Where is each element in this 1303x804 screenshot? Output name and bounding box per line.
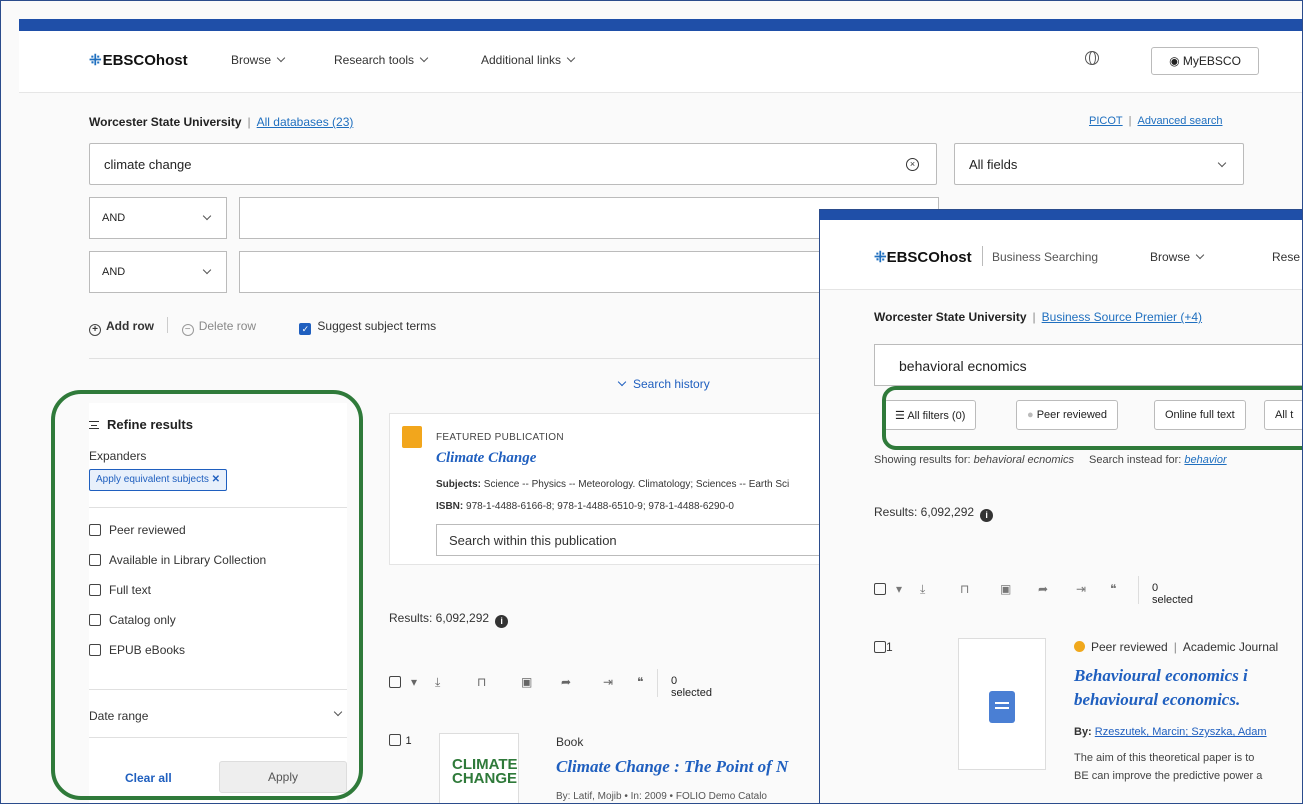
- share-icon[interactable]: ➦: [561, 675, 571, 689]
- result-abstract-line2: BE can improve the predictive power a: [1074, 770, 1263, 782]
- header: ⁜EBSCOhost Browse Research tools Additio…: [19, 31, 1302, 93]
- results-count: Results: 6,092,292 i: [389, 611, 509, 628]
- chevron-down-icon: [1195, 250, 1205, 260]
- result-item-checkbox[interactable]: 1: [389, 731, 412, 749]
- author-link[interactable]: Rzeszutek, Marcin; Szyszka, Adam: [1095, 726, 1267, 738]
- search-within-publication-input[interactable]: Search within this publication: [436, 524, 850, 556]
- ebscohost-logo[interactable]: ⁜EBSCOhost: [89, 51, 188, 69]
- suggest-subject-terms-checkbox[interactable]: ✓ Suggest subject terms: [299, 319, 436, 335]
- result-item-checkbox[interactable]: 1: [874, 640, 893, 654]
- ebscohost-logo[interactable]: ⁜EBSCOhost: [874, 248, 972, 266]
- caret-down-icon[interactable]: ▾: [411, 675, 417, 689]
- featured-subjects: Subjects: Science -- Physics -- Meteorol…: [436, 479, 790, 490]
- chevron-down-icon: [1217, 158, 1227, 168]
- info-icon[interactable]: i: [495, 615, 509, 628]
- refine-highlight-ring: [51, 390, 363, 800]
- folder-icon[interactable]: ▣: [1000, 582, 1011, 596]
- cite-icon[interactable]: ❝: [1110, 582, 1116, 596]
- search-instead-link[interactable]: behavior: [1184, 454, 1226, 466]
- info-icon[interactable]: i: [980, 509, 994, 522]
- overlay-header: ⁜EBSCOhost Business Searching Browse Res…: [820, 220, 1302, 290]
- advanced-search-link[interactable]: Advanced search: [1137, 115, 1222, 127]
- share-icon[interactable]: ➦: [1038, 582, 1048, 596]
- filters-highlight-ring: [882, 386, 1302, 450]
- search-input[interactable]: climate change: [89, 143, 937, 185]
- bookmark-icon[interactable]: ⊓: [960, 582, 969, 596]
- picot-link[interactable]: PICOT: [1089, 115, 1123, 127]
- download-icon[interactable]: ⤓: [920, 582, 925, 597]
- minus-icon: −: [181, 324, 194, 336]
- select-all-checkbox[interactable]: [874, 582, 886, 596]
- selected-count: 0 selected: [671, 675, 712, 699]
- business-search-overlay: ⁜EBSCOhost Business Searching Browse Res…: [819, 209, 1302, 803]
- cite-icon[interactable]: ❝: [637, 675, 643, 689]
- result-type: Book: [556, 735, 584, 749]
- result-title-link[interactable]: Behavioural economics i: [1074, 666, 1248, 686]
- result-meta: Peer reviewed | Academic Journal: [1074, 640, 1278, 654]
- plus-icon: +: [89, 324, 101, 336]
- result-abstract: The aim of this theoretical paper is to: [1074, 752, 1255, 764]
- chevron-down-icon: [617, 377, 627, 387]
- globe-icon[interactable]: [1085, 51, 1099, 65]
- article-thumbnail[interactable]: [958, 638, 1046, 770]
- field-select[interactable]: All fields: [954, 143, 1244, 185]
- all-databases-link[interactable]: All databases (23): [257, 115, 354, 129]
- nav-research-tools[interactable]: Research tools: [334, 53, 429, 67]
- chevron-down-icon: [202, 211, 212, 221]
- folder-icon[interactable]: ▣: [521, 675, 532, 689]
- result-byline: By: Latif, Mojib • In: 2009 • FOLIO Demo…: [556, 791, 767, 802]
- checkbox-checked-icon: ✓: [299, 323, 312, 335]
- divider: [1138, 576, 1139, 604]
- featured-isbn: ISBN: 978-1-4488-6166-8; 978-1-4488-6510…: [436, 501, 734, 512]
- databases-link[interactable]: Business Source Premier (+4): [1042, 310, 1202, 324]
- chevron-down-icon: [419, 53, 429, 63]
- result-byline: By: Rzeszutek, Marcin; Szyszka, Adam: [1074, 726, 1267, 738]
- clear-search-icon[interactable]: ×: [906, 158, 919, 171]
- search-input[interactable]: behavioral ecnomics: [874, 344, 1302, 386]
- search-history-toggle[interactable]: Search history: [617, 377, 710, 391]
- results-count: Results: 6,092,292 i: [874, 505, 994, 522]
- bookmark-icon[interactable]: ⊓: [477, 675, 486, 689]
- book-cover-thumbnail[interactable]: CLIMATE CHANGE: [439, 733, 519, 803]
- screenshot-frame: ⁜EBSCOhost Browse Research tools Additio…: [0, 0, 1303, 804]
- result-title-link-line2[interactable]: behavioural economics.: [1074, 690, 1240, 710]
- publication-icon: [402, 426, 422, 448]
- add-row-button[interactable]: + Add row: [89, 319, 154, 336]
- boolean-operator-select[interactable]: AND: [89, 197, 227, 239]
- institution-line: Worcester State University | Business Sour…: [874, 310, 1203, 324]
- chevron-down-icon: [202, 265, 212, 275]
- featured-tag: FEATURED PUBLICATION: [436, 432, 564, 443]
- document-icon: [989, 691, 1015, 723]
- row-tools: + Add row − Delete row ✓ Suggest subject te…: [89, 317, 436, 336]
- top-links: PICOT | Advanced search: [1089, 115, 1223, 127]
- chevron-down-icon: [566, 53, 576, 63]
- boolean-operator-select[interactable]: AND: [89, 251, 227, 293]
- caret-down-icon[interactable]: ▾: [896, 582, 902, 596]
- export-icon[interactable]: ⇥: [1076, 582, 1086, 596]
- delete-row-button[interactable]: − Delete row: [181, 319, 256, 336]
- featured-publication-card: FEATURED PUBLICATION Climate Change Subj…: [389, 413, 850, 565]
- context-label: Business Searching: [992, 250, 1099, 264]
- result-title-link[interactable]: Climate Change : The Point of N: [556, 757, 788, 777]
- nav-research-tools[interactable]: Rese: [1272, 250, 1300, 264]
- featured-title[interactable]: Climate Change: [436, 450, 536, 467]
- select-all-checkbox[interactable]: [389, 675, 401, 689]
- divider: [982, 246, 983, 266]
- top-accent-bar: [820, 210, 1302, 220]
- top-accent-bar: [19, 19, 1302, 31]
- showing-results-line: Showing results for: behavioral ecnomics…: [874, 454, 1227, 466]
- divider: [657, 669, 658, 697]
- institution-line: Worcester State University | All databases…: [89, 115, 354, 129]
- nav-browse[interactable]: Browse: [231, 53, 286, 67]
- nav-additional-links[interactable]: Additional links: [481, 53, 576, 67]
- download-icon[interactable]: ⤓: [435, 675, 440, 690]
- myebsco-button[interactable]: ◉ MyEBSCO: [1151, 47, 1259, 75]
- peer-reviewed-badge-icon: [1074, 641, 1085, 652]
- chevron-down-icon: [276, 53, 286, 63]
- export-icon[interactable]: ⇥: [603, 675, 613, 689]
- nav-browse[interactable]: Browse: [1150, 250, 1205, 264]
- selected-count: 0 selected: [1152, 582, 1193, 606]
